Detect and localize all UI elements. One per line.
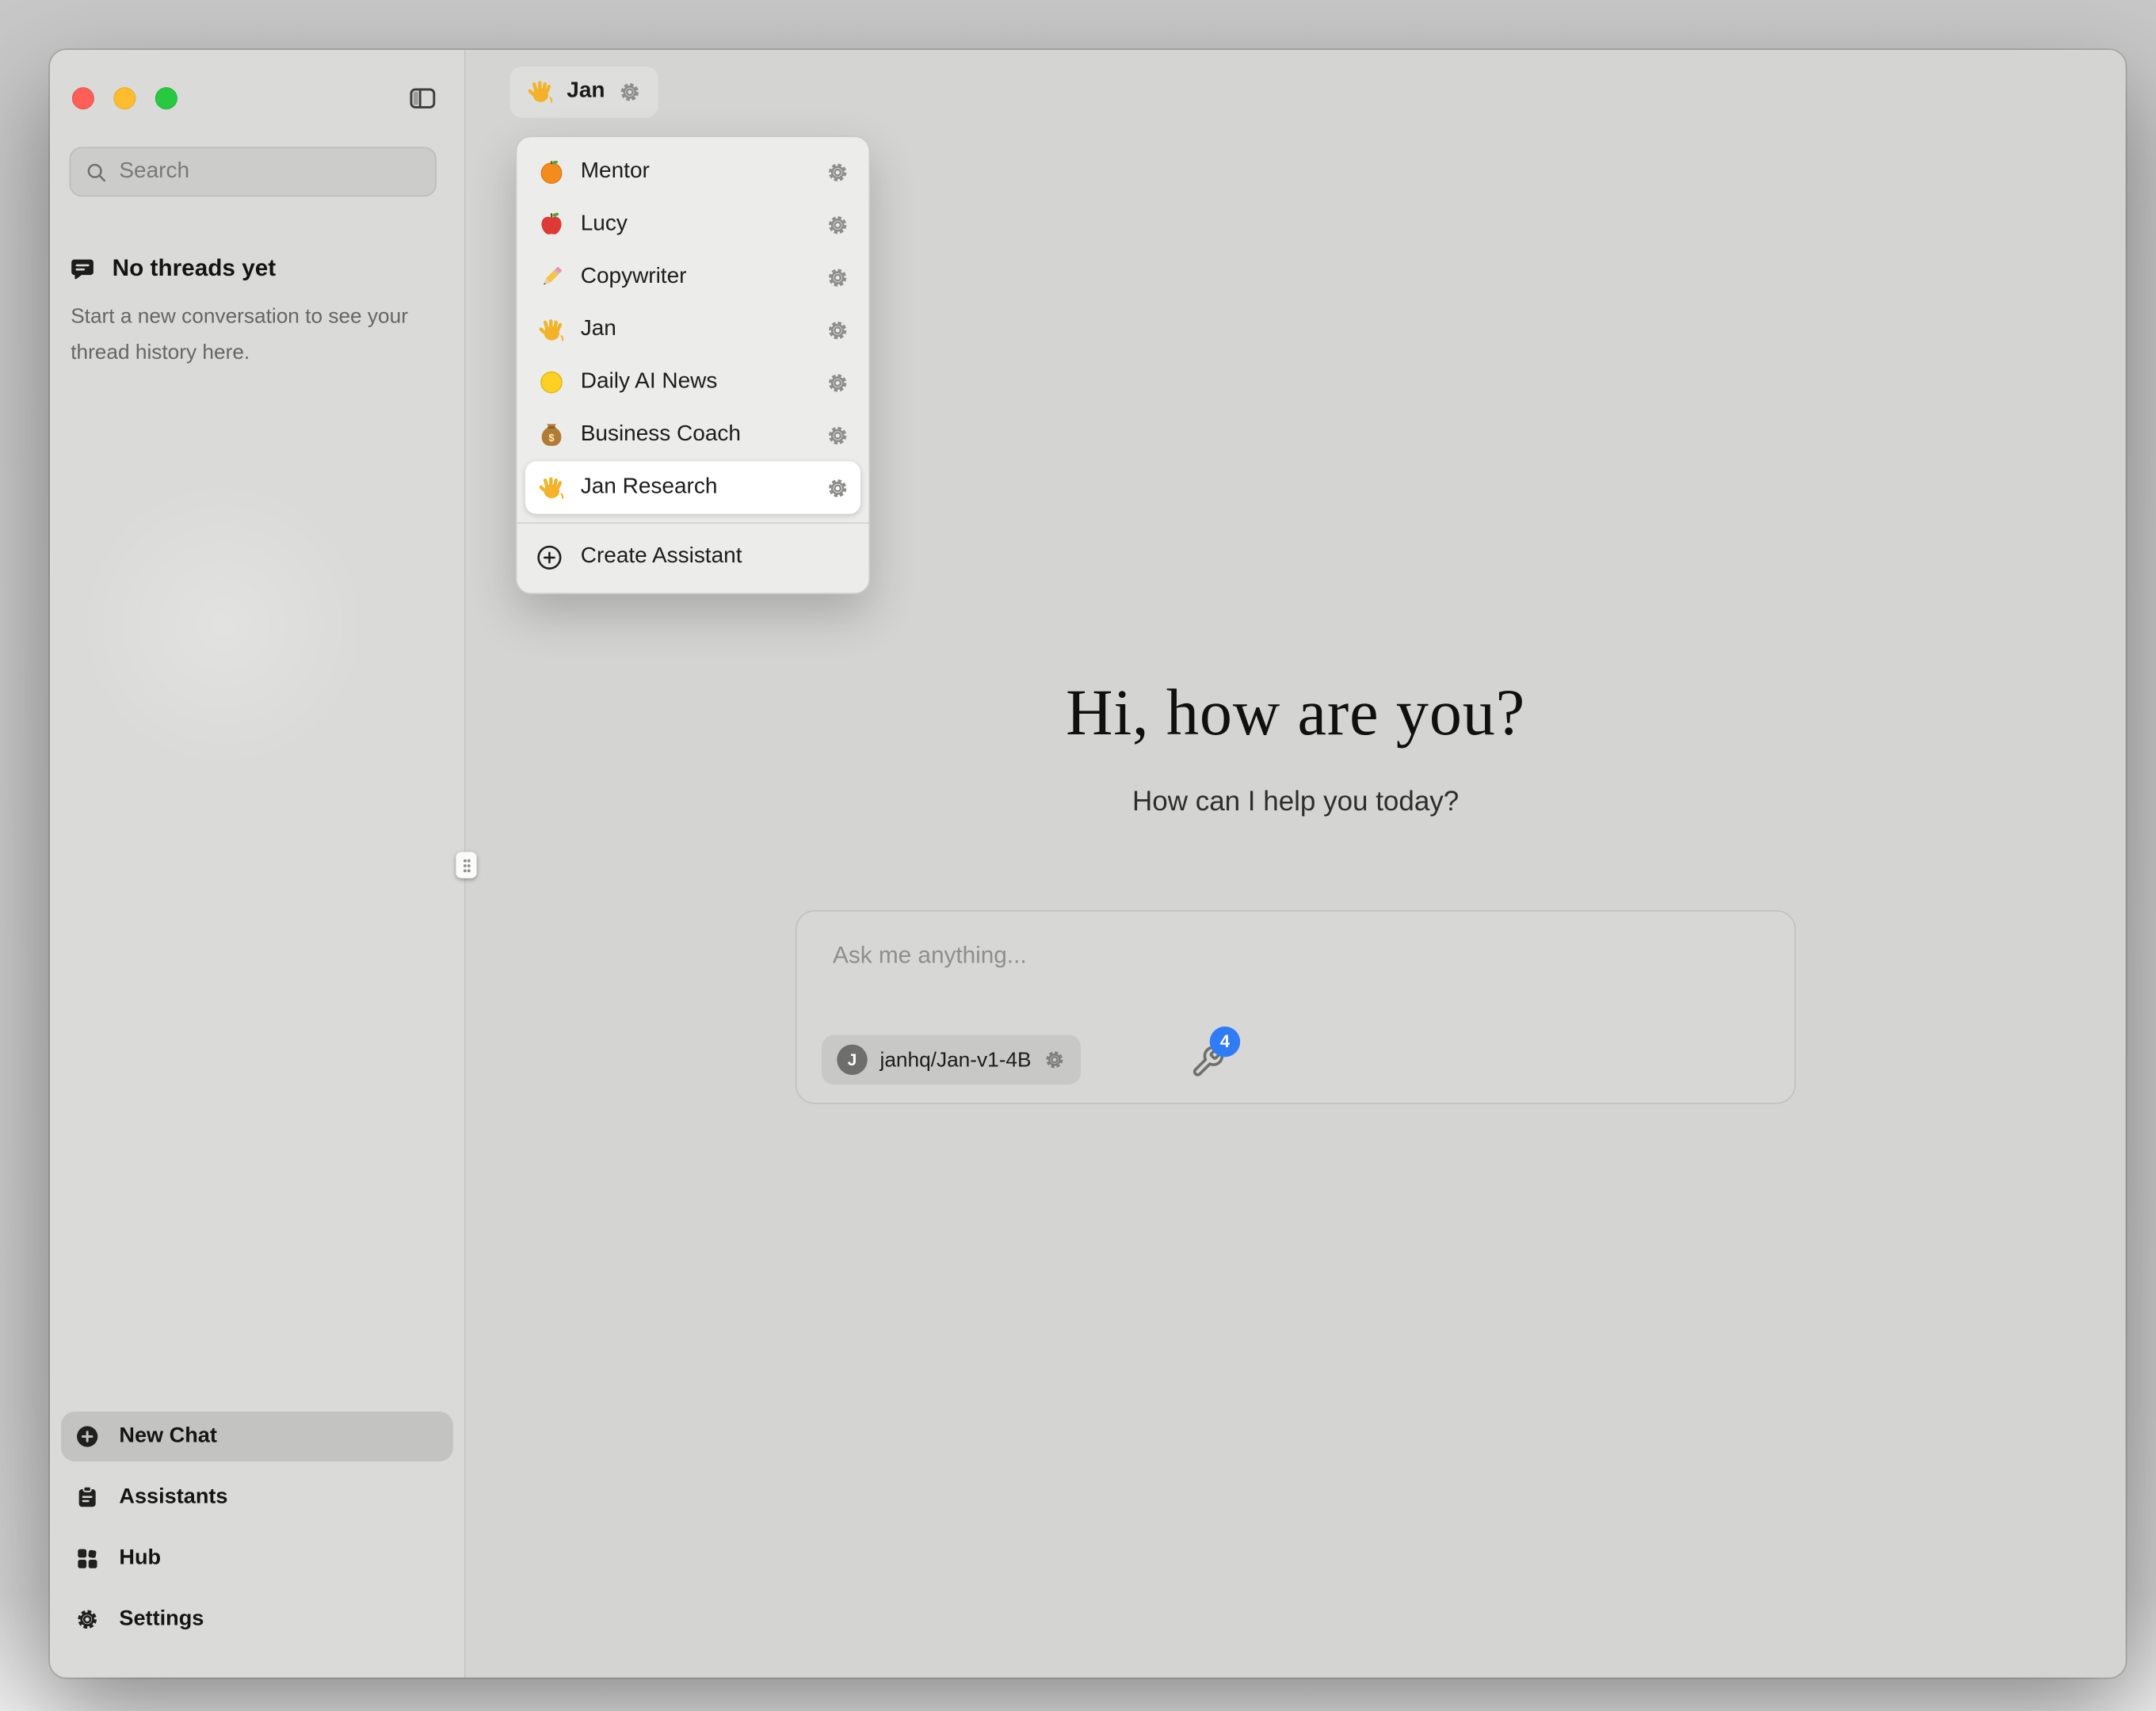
assistant-menu-item-lucy[interactable]: Lucy <box>525 198 860 250</box>
gear-icon <box>1044 1049 1066 1071</box>
empty-state-description: Start a new conversation to see your thr… <box>71 299 420 372</box>
assistant-settings-button[interactable] <box>826 160 849 184</box>
assistant-menu-item-daily-ai-news[interactable]: Daily AI News <box>525 356 860 408</box>
model-avatar: J <box>837 1045 867 1075</box>
nav-label: New Chat <box>119 1424 217 1449</box>
tools-count-badge: 4 <box>1210 1027 1240 1057</box>
gear-icon <box>826 423 849 447</box>
assistant-menu-label: Jan <box>581 317 811 341</box>
grip-dots-icon <box>460 857 471 874</box>
close-window-button[interactable] <box>72 87 94 109</box>
sidebar-item-assistants[interactable]: Assistants <box>61 1473 453 1522</box>
sidebar-item-new-chat[interactable]: New Chat <box>61 1412 453 1461</box>
assistant-emoji-icon <box>538 263 566 291</box>
greeting-subtitle: How can I help you today? <box>466 787 2126 818</box>
chat-input[interactable] <box>833 942 1747 1005</box>
plus-circle-icon <box>74 1424 99 1449</box>
assistant-emoji-icon <box>538 211 566 238</box>
assistant-menu-item-mentor[interactable]: Mentor <box>525 146 860 198</box>
nav-label: Assistants <box>119 1485 227 1510</box>
create-assistant-button[interactable]: Create Assistant <box>525 529 860 585</box>
nav-label: Hub <box>119 1546 161 1571</box>
assistant-menu-item-jan[interactable]: Jan <box>525 303 860 356</box>
plus-outline-icon <box>535 543 564 572</box>
gear-icon <box>74 1607 99 1632</box>
sidebar: No threads yet Start a new conversation … <box>50 50 466 1678</box>
create-assistant-label: Create Assistant <box>581 544 742 569</box>
model-name: janhq/Jan-v1-4B <box>880 1048 1031 1072</box>
assistant-menu-label: Copywriter <box>581 265 811 289</box>
current-assistant-name: Jan <box>567 79 605 104</box>
threads-empty-state: No threads yet Start a new conversation … <box>69 255 445 372</box>
assistant-dropdown-menu: Mentor Lucy <box>516 135 871 594</box>
assistant-settings-button[interactable] <box>826 265 849 289</box>
minimize-window-button[interactable] <box>113 87 135 109</box>
gear-icon <box>617 80 641 104</box>
main-area: Jan Mentor <box>466 50 2126 1678</box>
search-icon <box>85 160 109 184</box>
assistant-selector-button[interactable]: Jan <box>510 66 658 117</box>
assistant-menu-item-jan-research[interactable]: Jan Research <box>525 461 860 513</box>
gear-icon <box>826 212 849 236</box>
gear-icon <box>826 318 849 341</box>
assistant-settings-button[interactable] <box>826 423 849 447</box>
sidebar-item-hub[interactable]: Hub <box>61 1534 453 1583</box>
assistant-menu-item-copywriter[interactable]: Copywriter <box>525 251 860 303</box>
hub-icon <box>74 1546 99 1571</box>
chat-bubble-icon <box>69 256 95 282</box>
greeting-title: Hi, how are you? <box>466 676 2126 750</box>
assistant-menu-list: Mentor Lucy <box>525 146 860 514</box>
gear-icon <box>826 371 849 394</box>
desktop-background: No threads yet Start a new conversation … <box>0 0 2156 1711</box>
assistant-menu-label: Jan Research <box>581 475 811 500</box>
sidebar-nav: New Chat Assistants Hub Settings <box>50 1412 464 1678</box>
assistant-menu-label: Business Coach <box>581 422 811 447</box>
model-selector-button[interactable]: J janhq/Jan-v1-4B <box>822 1035 1081 1084</box>
titlebar <box>50 50 464 113</box>
assistant-menu-label: Lucy <box>581 212 811 237</box>
gear-icon <box>826 265 849 289</box>
sidebar-resize-handle[interactable] <box>456 852 476 878</box>
assistant-emoji-icon <box>538 316 566 344</box>
window-controls <box>72 87 177 109</box>
assistant-emoji-icon <box>538 368 566 396</box>
menu-divider <box>517 522 868 524</box>
empty-state-title: No threads yet <box>113 255 277 283</box>
sidebar-toggle-icon[interactable] <box>406 83 439 113</box>
nav-label: Settings <box>119 1607 204 1632</box>
search-box <box>69 147 436 196</box>
assistant-settings-button[interactable] <box>826 476 849 500</box>
assistant-menu-label: Mentor <box>581 159 811 184</box>
assistant-settings-button[interactable] <box>826 212 849 236</box>
search-input[interactable] <box>119 159 421 184</box>
assistant-settings-button[interactable] <box>826 318 849 341</box>
assistants-icon <box>74 1485 99 1510</box>
assistant-menu-label: Daily AI News <box>581 370 811 394</box>
sidebar-item-settings[interactable]: Settings <box>61 1595 453 1644</box>
jan-app-window: No threads yet Start a new conversation … <box>50 50 2126 1678</box>
zoom-window-button[interactable] <box>155 87 177 109</box>
gear-icon <box>826 160 849 184</box>
assistant-emoji-icon <box>538 474 566 501</box>
assistant-menu-item-business-coach[interactable]: Business Coach <box>525 409 860 461</box>
wave-emoji-icon <box>527 78 555 105</box>
assistant-emoji-icon <box>538 158 566 185</box>
tools-button[interactable]: 4 <box>1190 1045 1226 1080</box>
assistant-settings-button[interactable] <box>826 371 849 394</box>
chat-input-card: J janhq/Jan-v1-4B 4 <box>796 910 1796 1104</box>
assistant-emoji-icon <box>538 421 566 449</box>
main-header: Jan <box>466 50 2126 133</box>
gear-icon <box>826 476 849 500</box>
greeting-block: Hi, how are you? How can I help you toda… <box>466 676 2126 818</box>
